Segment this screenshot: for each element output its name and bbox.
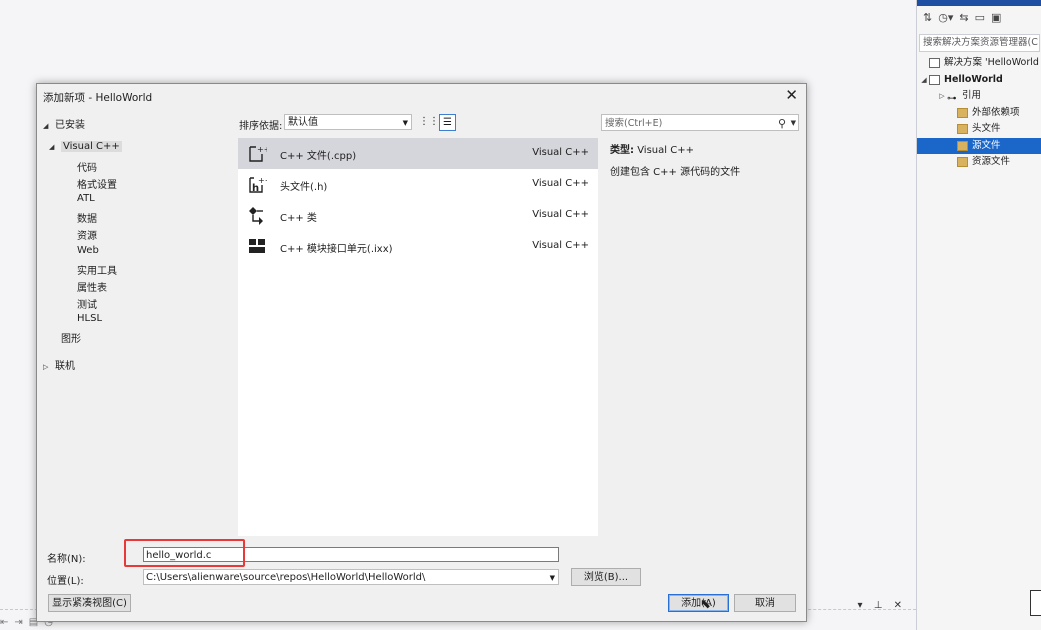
list-view-icon: ☰ bbox=[443, 117, 452, 128]
tree-item-header-files[interactable]: 头文件 bbox=[917, 121, 1041, 138]
views-icon[interactable]: ▣ bbox=[991, 11, 1001, 24]
tree-item-references[interactable]: ▷ ⊶ 引用 bbox=[917, 88, 1041, 105]
tree-installed[interactable]: ◢ 已安装 bbox=[43, 116, 85, 131]
tree-item-project[interactable]: ◢ HelloWorld bbox=[917, 72, 1041, 89]
template-list: ++ C++ 文件(.cpp) Visual C++ h ++ 头文件(.h) … bbox=[238, 138, 598, 536]
grid-view-icon: ⋮⋮ bbox=[419, 116, 439, 127]
category-item[interactable]: 数据 bbox=[77, 210, 97, 225]
template-item[interactable]: C++ 类 Visual C++ bbox=[238, 200, 598, 231]
tree-item-resource-files[interactable]: 资源文件 bbox=[917, 154, 1041, 171]
tree-item-solution[interactable]: 解决方案 'HelloWorld bbox=[917, 55, 1041, 72]
expanded-arrow-icon: ◢ bbox=[49, 143, 55, 151]
chevron-down-icon: ▼ bbox=[402, 119, 408, 127]
add-button[interactable]: 添加(A) bbox=[668, 594, 729, 612]
collapsed-arrow-icon[interactable]: ▷ bbox=[937, 88, 947, 105]
sort-bar: 排序依据: 默认值 ▼ ⋮⋮ ☰ bbox=[236, 108, 598, 138]
category-item[interactable]: ATL bbox=[77, 193, 95, 204]
template-item[interactable]: ++ C++ 文件(.cpp) Visual C++ bbox=[238, 138, 598, 169]
description-text: 创建包含 C++ 源代码的文件 bbox=[610, 167, 741, 178]
category-item[interactable]: 属性表 bbox=[77, 279, 107, 294]
template-item[interactable]: h ++ 头文件(.h) Visual C++ bbox=[238, 169, 598, 200]
chevron-down-icon[interactable]: ▼ bbox=[550, 570, 555, 584]
location-label: 位置(L): bbox=[47, 576, 84, 587]
category-item[interactable]: HLSL bbox=[77, 313, 102, 324]
tree-visual-cpp[interactable]: ◢ Visual C++ bbox=[49, 141, 122, 152]
category-item[interactable]: 测试 bbox=[77, 296, 97, 311]
header-file-icon: h ++ bbox=[249, 176, 267, 194]
module-icon bbox=[249, 239, 265, 253]
solution-icon bbox=[929, 58, 940, 69]
collapsed-arrow-icon: ▷ bbox=[43, 363, 49, 371]
close-icon[interactable]: ✕ bbox=[785, 86, 798, 104]
solution-explorer: ⇅ ◷▾ ⇆ ▭ ▣ 搜索解决方案资源管理器(C 解决方案 'HelloWorl… bbox=[916, 0, 1041, 630]
compact-view-button[interactable]: 显示紧凑视图(C) bbox=[48, 594, 131, 612]
solution-tree: 解决方案 'HelloWorld ◢ HelloWorld ▷ ⊶ 引用 外部依… bbox=[917, 55, 1041, 171]
svg-text:++: ++ bbox=[258, 176, 267, 185]
name-input[interactable]: hello_world.c bbox=[143, 547, 559, 562]
category-item[interactable]: Web bbox=[77, 245, 99, 256]
folder-icon bbox=[957, 107, 968, 118]
description-type: 类型: Visual C++ bbox=[610, 145, 694, 156]
arrows-icon[interactable]: ⇆ bbox=[959, 11, 968, 24]
collapse-icon[interactable]: ▭ bbox=[975, 11, 985, 24]
scroll-handle[interactable] bbox=[1030, 590, 1041, 616]
svg-text:++: ++ bbox=[257, 145, 267, 154]
template-item[interactable]: C++ 模块接口单元(.ixx) Visual C++ bbox=[238, 231, 598, 262]
category-pane: ◢ 已安装 ◢ Visual C++ 代码 格式设置 ATL 数据 资源 Web 实… bbox=[37, 108, 236, 536]
solution-search-input[interactable]: 搜索解决方案资源管理器(C bbox=[919, 34, 1040, 52]
list-view-button[interactable]: ☰ bbox=[439, 114, 456, 131]
browse-button[interactable]: 浏览(B)... bbox=[571, 568, 641, 586]
chevron-down-icon[interactable]: ▼ bbox=[791, 115, 796, 132]
pane-controls[interactable]: ▾ ⊥ ✕ bbox=[858, 600, 906, 611]
sort-dropdown[interactable]: 默认值 ▼ bbox=[284, 114, 412, 130]
name-label: 名称(N): bbox=[47, 554, 86, 565]
category-item[interactable]: 实用工具 bbox=[77, 262, 117, 277]
folder-icon bbox=[957, 157, 968, 168]
tree-item-source-files[interactable]: 源文件 bbox=[917, 137, 1041, 154]
sort-label: 排序依据: bbox=[239, 121, 283, 132]
description-pane: 搜索(Ctrl+E) ⚲ ▼ 类型: Visual C++ 创建包含 C++ 源… bbox=[598, 108, 806, 536]
template-search-input[interactable]: 搜索(Ctrl+E) ⚲ ▼ bbox=[601, 114, 799, 131]
add-new-item-dialog: 添加新项 - HelloWorld ✕ ◢ 已安装 ◢ Visual C++ 代码 … bbox=[36, 83, 807, 622]
search-icon[interactable]: ⚲ bbox=[778, 115, 786, 132]
tree-item-external-deps[interactable]: 外部依赖项 bbox=[917, 105, 1041, 122]
category-item[interactable]: 代码 bbox=[77, 159, 97, 174]
solution-explorer-toolbar: ⇅ ◷▾ ⇆ ▭ ▣ bbox=[917, 6, 1041, 28]
grid-view-button[interactable]: ⋮⋮ bbox=[419, 114, 439, 131]
project-icon bbox=[929, 74, 940, 85]
dialog-title: 添加新项 - HelloWorld bbox=[43, 92, 153, 104]
references-icon: ⊶ bbox=[947, 93, 957, 105]
expand-arrow-icon[interactable]: ◢ bbox=[919, 72, 929, 89]
location-input[interactable]: C:\Users\alienware\source\repos\HelloWor… bbox=[143, 569, 559, 585]
category-graphics[interactable]: 图形 bbox=[61, 330, 81, 345]
cpp-file-icon: ++ bbox=[249, 145, 267, 162]
tree-online[interactable]: ▷ 联机 bbox=[43, 357, 75, 372]
category-item[interactable]: 资源 bbox=[77, 227, 97, 242]
folder-icon bbox=[957, 140, 968, 151]
class-icon bbox=[249, 207, 263, 225]
category-item[interactable]: 格式设置 bbox=[77, 176, 117, 191]
sync-icon[interactable]: ⇅ bbox=[923, 11, 932, 24]
folder-icon bbox=[957, 124, 968, 135]
cancel-button[interactable]: 取消 bbox=[734, 594, 796, 612]
expanded-arrow-icon: ◢ bbox=[43, 122, 49, 130]
history-icon[interactable]: ◷▾ bbox=[938, 11, 953, 24]
